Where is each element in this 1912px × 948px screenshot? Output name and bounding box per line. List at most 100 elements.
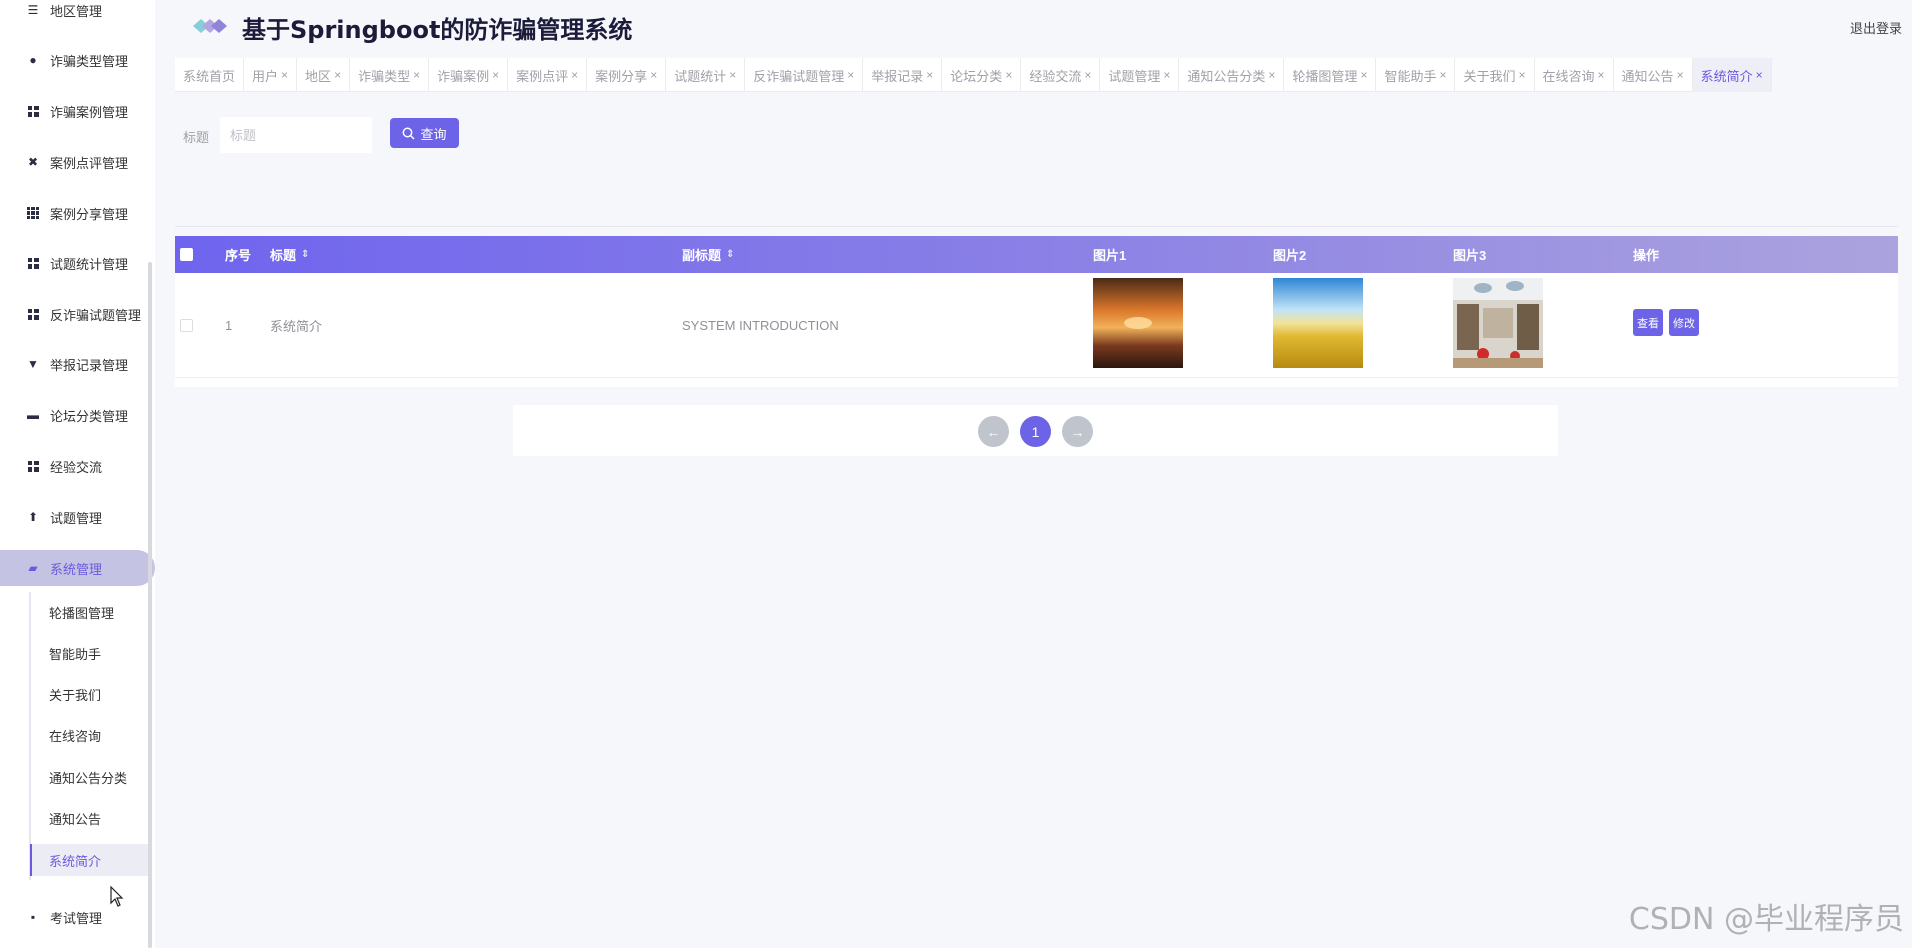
ticket-icon: ✖ bbox=[27, 155, 39, 169]
submenu-item-notice-category[interactable]: 通知公告分类 bbox=[30, 761, 152, 793]
close-icon[interactable]: × bbox=[729, 68, 736, 82]
chat-icon: ▪ bbox=[30, 910, 36, 924]
column-header-subtitle[interactable]: 副标题 ⇕ bbox=[682, 236, 734, 273]
search-button[interactable]: 查询 bbox=[390, 118, 459, 148]
tab-item[interactable]: 通知公告分类 × bbox=[1179, 58, 1285, 92]
sidebar-item-question-stats[interactable]: 试题统计管理 bbox=[0, 245, 155, 281]
sidebar-item-label: 地区管理 bbox=[50, 3, 103, 19]
logout-button[interactable]: 退出登录 bbox=[1850, 18, 1902, 37]
close-icon[interactable]: × bbox=[1756, 68, 1763, 82]
tab-item[interactable]: 反诈骗试题管理 × bbox=[745, 58, 864, 92]
close-icon[interactable]: × bbox=[847, 68, 854, 82]
sidebar-item-fraud-case[interactable]: 诈骗案例管理 bbox=[0, 93, 155, 129]
close-icon[interactable]: × bbox=[1005, 68, 1012, 82]
data-table: 序号 标题 ⇕ 副标题 ⇕ 图片1 图片2 图片3 操作 1 系统简介 SYSTEM… bbox=[175, 236, 1898, 387]
search-input[interactable] bbox=[220, 117, 372, 153]
tab-item[interactable]: 试题管理 × bbox=[1100, 58, 1180, 92]
close-icon[interactable]: × bbox=[492, 68, 499, 82]
sidebar-item-region[interactable]: ☰ 地区管理 bbox=[0, 0, 155, 28]
close-icon[interactable]: × bbox=[1677, 68, 1684, 82]
close-icon[interactable]: × bbox=[1360, 68, 1367, 82]
tab-item[interactable]: 论坛分类 × bbox=[942, 58, 1022, 92]
close-icon[interactable]: × bbox=[571, 68, 578, 82]
close-icon[interactable]: × bbox=[1439, 68, 1446, 82]
submenu-item-carousel[interactable]: 轮播图管理 bbox=[30, 596, 152, 628]
grid-icon bbox=[26, 459, 40, 473]
sidebar-item-system[interactable]: ▰ 系统管理 bbox=[0, 550, 155, 586]
tab-item[interactable]: 在线咨询 × bbox=[1535, 58, 1614, 92]
tab-item[interactable]: 智能助手 × bbox=[1376, 58, 1456, 92]
sidebar-item-exam[interactable]: ▪ 考试管理 bbox=[0, 899, 155, 935]
row-checkbox[interactable] bbox=[180, 319, 193, 332]
tab-item[interactable]: 案例分享 × bbox=[587, 58, 667, 92]
tab-label: 经验交流 bbox=[1029, 68, 1082, 84]
logo-icon bbox=[193, 19, 227, 33]
submenu-item-notice[interactable]: 通知公告 bbox=[30, 802, 152, 834]
table-header: 序号 标题 ⇕ 副标题 ⇕ 图片1 图片2 图片3 操作 bbox=[175, 236, 1898, 273]
tab-item[interactable]: 系统简介 × bbox=[1692, 58, 1772, 92]
sidebar-item-anti-fraud-questions[interactable]: 反诈骗试题管理 bbox=[0, 296, 155, 332]
sidebar-item-fraud-type[interactable]: ● 诈骗类型管理 bbox=[0, 42, 155, 78]
close-icon[interactable]: × bbox=[1519, 68, 1526, 82]
cell-subtitle: SYSTEM INTRODUCTION bbox=[682, 318, 839, 333]
tab-item[interactable]: 地区 × bbox=[297, 58, 351, 92]
sidebar-item-report-records[interactable]: ▼ 举报记录管理 bbox=[0, 346, 155, 382]
column-header-title[interactable]: 标题 ⇕ bbox=[270, 236, 309, 273]
tab-label: 举报记录 bbox=[871, 68, 924, 84]
tab-item[interactable]: 诈骗案例 × bbox=[429, 58, 509, 92]
watermark: CSDN @毕业程序员 bbox=[1628, 902, 1904, 937]
search-button-label: 查询 bbox=[420, 126, 447, 142]
edit-button[interactable]: 修改 bbox=[1669, 309, 1699, 336]
tab-label: 通知公告分类 bbox=[1187, 68, 1266, 84]
sidebar-item-forum-category[interactable]: ▬ 论坛分类管理 bbox=[0, 397, 155, 433]
sidebar-scrollbar[interactable] bbox=[148, 262, 152, 948]
column-header-image1: 图片1 bbox=[1093, 236, 1126, 273]
tab-item[interactable]: 轮播图管理 × bbox=[1284, 58, 1377, 92]
tab-label: 论坛分类 bbox=[950, 68, 1003, 84]
tab-item[interactable]: 诈骗类型 × bbox=[350, 58, 430, 92]
tab-label: 用户 bbox=[252, 68, 279, 84]
submenu-item-about[interactable]: 关于我们 bbox=[30, 678, 152, 710]
sidebar-item-questions[interactable]: ⬆ 试题管理 bbox=[0, 499, 155, 535]
tab-item[interactable]: 案例点评 × bbox=[508, 58, 588, 92]
close-icon[interactable]: × bbox=[1084, 68, 1091, 82]
submenu-label: 通知公告分类 bbox=[49, 770, 128, 786]
close-icon[interactable]: × bbox=[650, 68, 657, 82]
tab-item[interactable]: 经验交流 × bbox=[1021, 58, 1101, 92]
sidebar-item-experience[interactable]: 经验交流 bbox=[0, 448, 155, 484]
page-number-button[interactable]: 1 bbox=[1020, 416, 1051, 447]
view-button[interactable]: 查看 bbox=[1633, 309, 1663, 336]
user-icon: ⬆ bbox=[27, 510, 39, 524]
divider bbox=[175, 226, 1898, 227]
next-page-button[interactable]: → bbox=[1062, 416, 1093, 447]
submenu-item-assistant[interactable]: 智能助手 bbox=[30, 637, 152, 669]
thumbnail-image-sunset[interactable] bbox=[1093, 278, 1183, 368]
select-all-checkbox[interactable] bbox=[180, 248, 193, 261]
close-icon[interactable]: × bbox=[281, 68, 288, 82]
sidebar-item-label: 诈骗类型管理 bbox=[50, 53, 129, 69]
close-icon[interactable]: × bbox=[413, 68, 420, 82]
prev-page-button[interactable]: ← bbox=[978, 416, 1009, 447]
submenu-item-consult[interactable]: 在线咨询 bbox=[30, 719, 152, 751]
tab-item[interactable]: 用户 × bbox=[244, 58, 298, 92]
sidebar-item-label: 举报记录管理 bbox=[50, 357, 129, 373]
close-icon[interactable]: × bbox=[1163, 68, 1170, 82]
tab-item[interactable]: 举报记录 × bbox=[863, 58, 943, 92]
sidebar-item-label: 反诈骗试题管理 bbox=[50, 307, 142, 323]
close-icon[interactable]: × bbox=[926, 68, 933, 82]
close-icon[interactable]: × bbox=[1268, 68, 1275, 82]
sidebar-item-case-review[interactable]: ✖ 案例点评管理 bbox=[0, 144, 155, 180]
tab-item[interactable]: 试题统计 × bbox=[666, 58, 746, 92]
sidebar-item-case-share[interactable]: 案例分享管理 bbox=[0, 195, 155, 231]
tab-label: 关于我们 bbox=[1463, 68, 1516, 84]
column-header-actions: 操作 bbox=[1633, 236, 1659, 273]
thumbnail-image-field[interactable] bbox=[1273, 278, 1363, 368]
submenu-item-system-intro[interactable]: 系统简介 bbox=[30, 844, 152, 876]
tab-item[interactable]: 系统首页 bbox=[175, 58, 245, 92]
close-icon[interactable]: × bbox=[334, 68, 341, 82]
tab-item[interactable]: 通知公告 × bbox=[1614, 58, 1693, 92]
close-icon[interactable]: × bbox=[1598, 68, 1605, 82]
thumbnail-image-library[interactable] bbox=[1453, 278, 1543, 368]
tab-item[interactable]: 关于我们 × bbox=[1455, 58, 1535, 92]
thumb-icon: ▰ bbox=[28, 561, 38, 575]
